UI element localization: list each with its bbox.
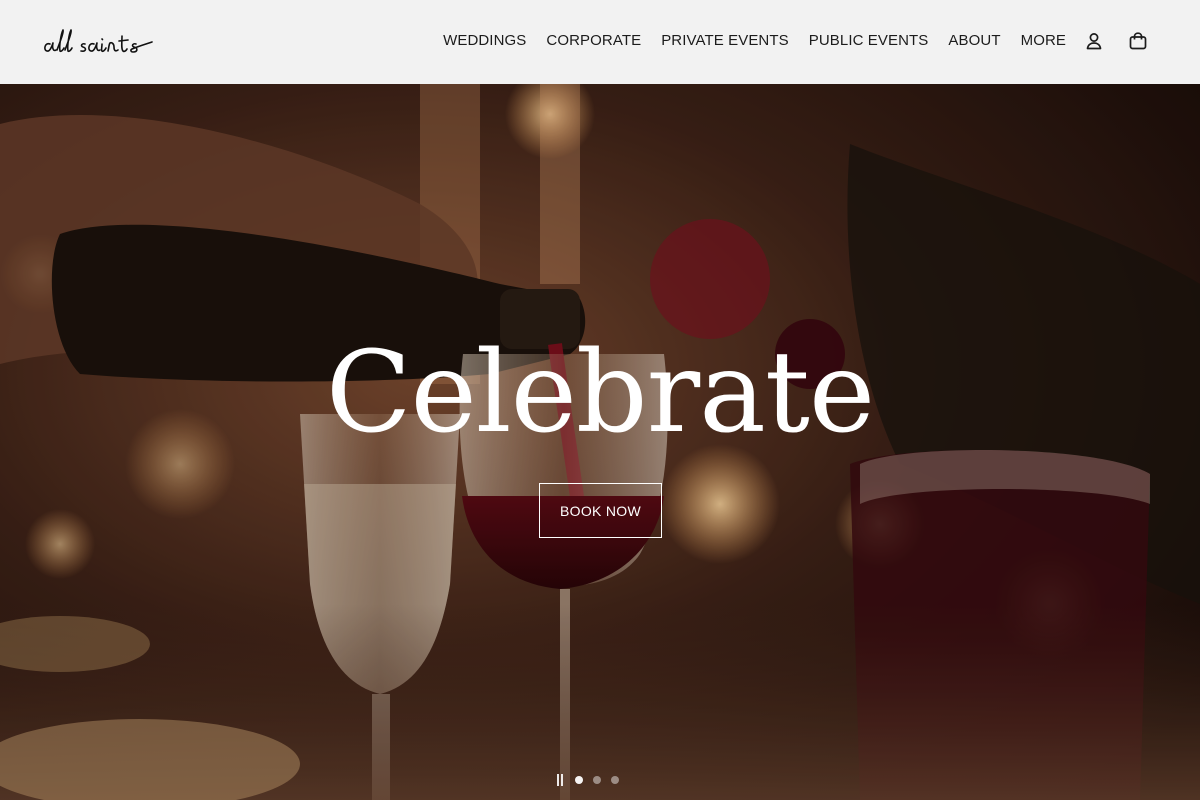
nav-private-events[interactable]: PRIVATE EVENTS	[661, 30, 789, 52]
nav-weddings[interactable]: WEDDINGS	[443, 30, 526, 52]
cart-button[interactable]	[1127, 30, 1149, 52]
nav-corporate[interactable]: CORPORATE	[546, 30, 641, 52]
main-navigation: WEDDINGS CORPORATE PRIVATE EVENTS PUBLIC…	[443, 30, 1066, 52]
shopping-bag-icon	[1129, 32, 1147, 50]
hero-slideshow: Celebrate BOOK NOW	[0, 84, 1200, 800]
person-icon	[1086, 33, 1102, 50]
nav-public-events[interactable]: PUBLIC EVENTS	[809, 30, 929, 52]
book-now-button[interactable]: BOOK NOW	[539, 483, 662, 538]
nav-about[interactable]: ABOUT	[948, 30, 1000, 52]
slide-dot-1[interactable]	[575, 776, 583, 784]
slideshow-controls	[555, 774, 619, 786]
site-header: WEDDINGS CORPORATE PRIVATE EVENTS PUBLIC…	[0, 0, 1200, 84]
slide-dot-2[interactable]	[593, 776, 601, 784]
account-button[interactable]	[1083, 30, 1105, 52]
all-saints-logo-script	[44, 29, 153, 53]
pause-icon[interactable]	[555, 774, 565, 786]
brand-logo[interactable]	[42, 22, 166, 62]
hero-headline: Celebrate	[325, 328, 875, 458]
nav-more[interactable]: MORE	[1021, 30, 1066, 52]
slide-dot-3[interactable]	[611, 776, 619, 784]
